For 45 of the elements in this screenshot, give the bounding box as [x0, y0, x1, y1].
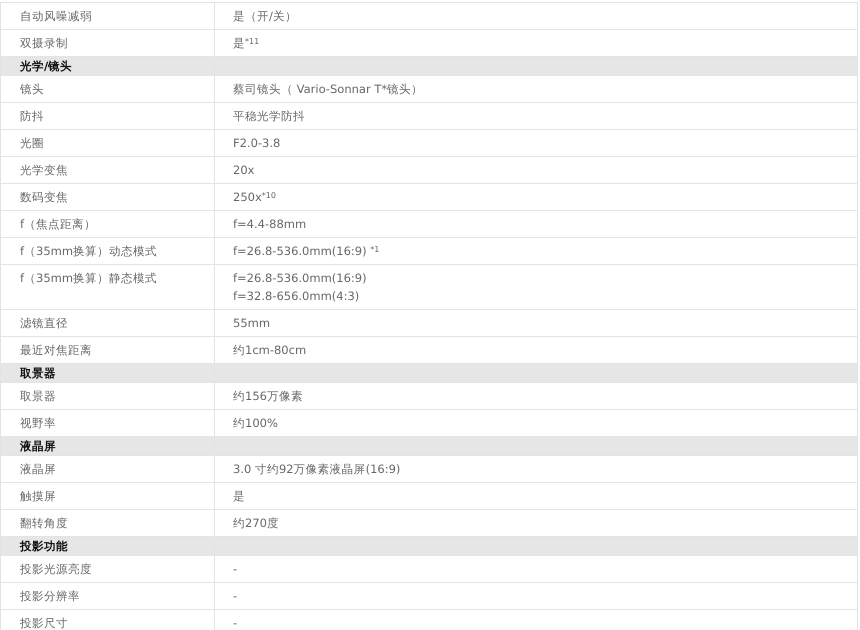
- spec-value: 是（开/关）: [233, 9, 298, 23]
- spec-value: f=4.4-88mm: [233, 217, 308, 231]
- section-title: 投影功能: [20, 539, 69, 553]
- spec-value: 250x$^{*10}$: [233, 190, 277, 204]
- spec-value: 是$^{*11}$: [233, 36, 260, 50]
- spec-value: 55mm: [233, 316, 272, 330]
- spec-label: f（35mm换算）静态模式: [20, 271, 158, 285]
- spec-value: 3.0 寸约92万像素液晶屏(16:9): [233, 462, 402, 476]
- spec-label: 取景器: [20, 389, 57, 403]
- spec-label: 光圈: [20, 136, 45, 150]
- spec-label: f（35mm换算）动态模式: [20, 244, 158, 258]
- spec-label: 自动风噪减弱: [20, 9, 93, 23]
- spec-value: 约270度: [233, 516, 280, 530]
- spec-label: 数码变焦: [20, 190, 69, 204]
- spec-label: 液晶屏: [20, 462, 57, 476]
- spec-value: 是: [233, 489, 246, 503]
- spec-value: F2.0-3.8: [233, 136, 282, 150]
- spec-label: 镜头: [20, 82, 45, 96]
- spec-label: 最近对焦距离: [20, 343, 93, 357]
- spec-value: -: [233, 589, 238, 603]
- spec-label: 投影光源亮度: [20, 562, 93, 576]
- spec-label: 防抖: [20, 109, 45, 123]
- spec-label: 翻转角度: [20, 516, 69, 530]
- spec-value: 约156万像素: [233, 389, 304, 403]
- spec-value: f=26.8-536.0mm(16:9) $^{*1}$: [233, 244, 380, 258]
- spec-value: -: [233, 562, 238, 576]
- spec-value: f=26.8-536.0mm(16:9): [233, 271, 368, 285]
- spec-value: -: [233, 616, 238, 630]
- spec-label: 投影分辨率: [20, 589, 81, 603]
- section-title: 液晶屏: [20, 439, 57, 453]
- spec-label: 光学变焦: [20, 163, 69, 177]
- spec-value: f=32.8-656.0mm(4:3): [233, 289, 360, 303]
- spec-label: 滤镜直径: [20, 316, 69, 330]
- spec-label: 视野率: [20, 416, 57, 430]
- spec-value: 约100%: [233, 416, 279, 430]
- spec-label: 双摄录制: [20, 36, 69, 50]
- spec-label: 触摸屏: [20, 489, 57, 503]
- spec-value: 约1cm-80cm: [233, 343, 308, 357]
- spec-value: 20x: [233, 163, 256, 177]
- section-title: 光学/镜头: [20, 59, 74, 73]
- spec-label: 投影尺寸: [20, 616, 69, 630]
- spec-value: 蔡司镜头（ Vario-Sonnar T*镜头）: [233, 82, 424, 96]
- spec-label: f（焦点距离）: [20, 217, 98, 231]
- section-title: 取景器: [20, 366, 57, 380]
- spec-value: 平稳光学防抖: [233, 109, 306, 123]
